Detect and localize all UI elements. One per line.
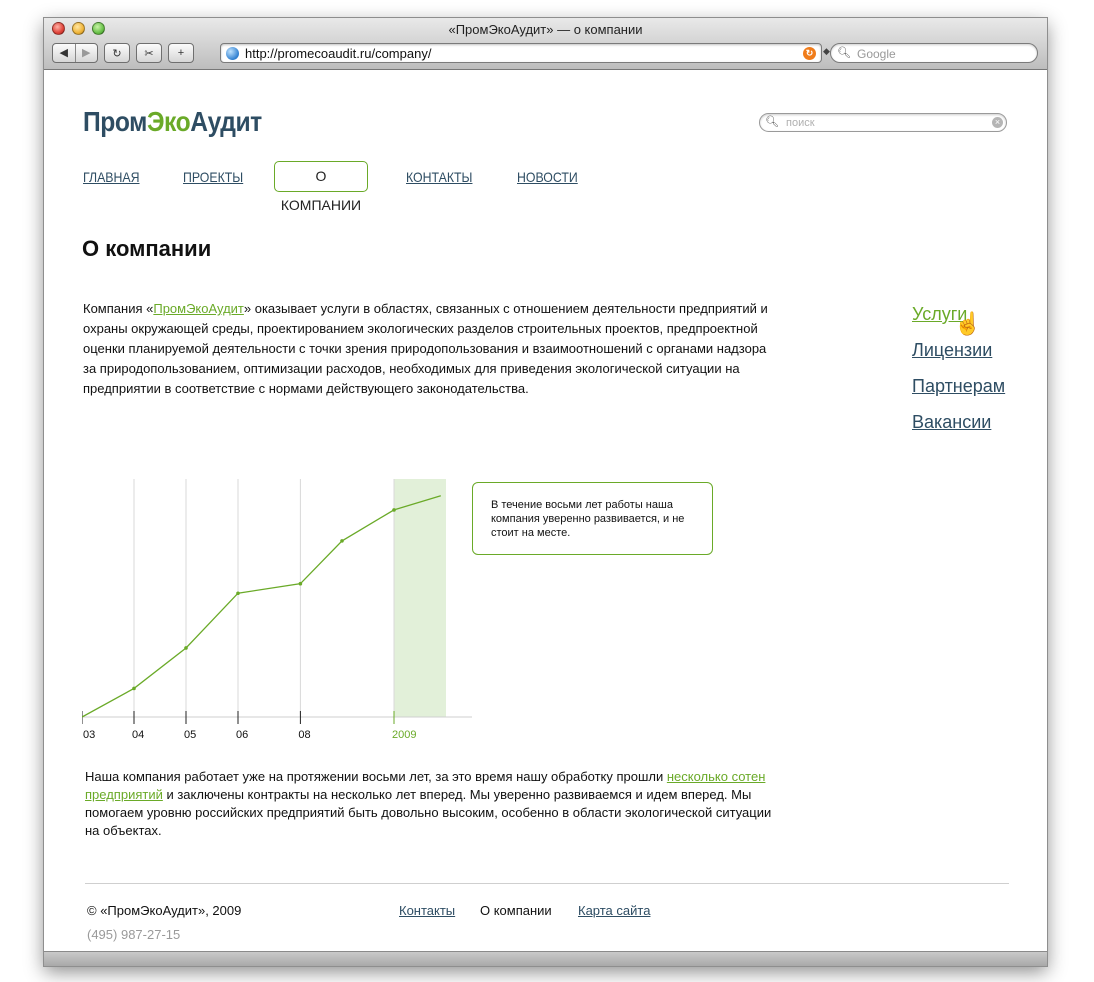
reload-button[interactable]: ↻	[104, 43, 130, 63]
sidebar-item-licenses[interactable]: Лицензии	[912, 332, 1005, 368]
nav-item-contacts[interactable]: КОНТАКТЫ	[406, 169, 472, 185]
nav-item-home[interactable]: ГЛАВНАЯ	[83, 169, 140, 185]
footer-link-about: О компании	[480, 903, 552, 918]
nav-item-about[interactable]: О КОМПАНИИ	[274, 161, 368, 213]
data-point	[184, 646, 188, 650]
footer-link-sitemap[interactable]: Карта сайта	[578, 903, 650, 918]
web-page: ПромЭкоАудит 🔍︎ поиск × ГЛАВНАЯ ПРОЕКТЫ …	[44, 71, 1047, 951]
data-point	[340, 539, 344, 543]
browser-statusbar	[44, 951, 1047, 966]
browser-search-field[interactable]: 🔍︎ Google	[830, 43, 1038, 63]
company-link[interactable]: ПромЭкоАудит	[153, 301, 244, 316]
highlight-band	[394, 479, 446, 717]
growth-chart: 03 04 05 06 08 2009	[82, 479, 472, 741]
logo-part-prom: Пром	[83, 106, 147, 137]
site-search-input[interactable]: 🔍︎ поиск ×	[759, 113, 1007, 132]
nav-item-news[interactable]: НОВОСТИ	[517, 169, 578, 185]
data-point	[236, 591, 240, 596]
browser-titlebar: «ПромЭкоАудит» — о компании ◀ ▶ ↻ ✂ + ht…	[44, 18, 1047, 70]
footer-divider	[85, 883, 1009, 884]
history-paragraph: Наша компания работает уже на протяжении…	[85, 768, 785, 840]
data-point	[132, 686, 136, 691]
x-tick-label: 04	[132, 729, 144, 741]
sidebar-item-partners[interactable]: Партнерам	[912, 368, 1005, 404]
rss-icon[interactable]: ↻	[803, 47, 816, 60]
footer-phone: (495) 987-27-15	[87, 927, 181, 942]
window-title: «ПромЭкоАудит» — о компании	[448, 22, 643, 37]
footer-copyright: © «ПромЭкоАудит», 2009	[87, 903, 242, 918]
history-text-after: и заключены контракты на несколько лет в…	[85, 787, 772, 838]
logo-part-audit: Аудит	[190, 106, 262, 137]
intro-paragraph: Компания «ПромЭкоАудит» оказывает услуги…	[83, 299, 783, 399]
site-search-placeholder: поиск	[786, 117, 815, 129]
nav-item-projects[interactable]: ПРОЕКТЫ	[183, 169, 243, 185]
snapback-icon[interactable]: ◆	[823, 46, 830, 57]
x-tick-label: 2009	[392, 729, 416, 741]
magnifier-icon: 🔍︎	[837, 47, 851, 59]
site-logo[interactable]: ПромЭкоАудит	[83, 106, 262, 138]
hand-cursor-icon: ☝	[954, 311, 982, 336]
forward-button[interactable]: ▶	[74, 44, 98, 62]
browser-window: «ПромЭкоАудит» — о компании ◀ ▶ ↻ ✂ + ht…	[44, 18, 1047, 966]
search-icon: 🔍︎	[765, 116, 779, 128]
intro-text-before: Компания «	[83, 301, 154, 316]
footer-link-contacts[interactable]: Контакты	[399, 903, 455, 918]
growth-callout: В течение восьми лет работы наша компани…	[472, 482, 713, 555]
address-bar[interactable]: http://promecoaudit.ru/company/ ↻	[220, 43, 822, 63]
back-forward-buttons: ◀ ▶	[52, 43, 98, 63]
logo-part-eco: Эко	[146, 106, 191, 137]
add-bookmark-button[interactable]: +	[168, 43, 194, 63]
browser-search-placeholder: Google	[857, 47, 896, 61]
x-tick-label: 08	[298, 729, 310, 741]
page-title: О компании	[82, 236, 212, 261]
snapshot-button[interactable]: ✂	[136, 43, 162, 63]
data-point	[298, 581, 303, 586]
browser-toolbar: ◀ ▶ ↻ ✂ +	[52, 42, 194, 64]
data-point	[392, 508, 396, 512]
globe-icon	[226, 47, 239, 60]
growth-line	[82, 495, 441, 718]
history-text-before: Наша компания работает уже на протяжении…	[85, 769, 667, 784]
sidebar-item-vacancies[interactable]: Вакансии	[912, 404, 1005, 440]
x-tick-label: 06	[236, 729, 248, 741]
clear-search-icon[interactable]: ×	[992, 117, 1003, 128]
address-url[interactable]: http://promecoaudit.ru/company/	[245, 46, 431, 61]
back-button[interactable]: ◀	[53, 44, 75, 62]
x-tick-label: 03	[83, 729, 95, 741]
x-tick-label: 05	[184, 729, 196, 741]
